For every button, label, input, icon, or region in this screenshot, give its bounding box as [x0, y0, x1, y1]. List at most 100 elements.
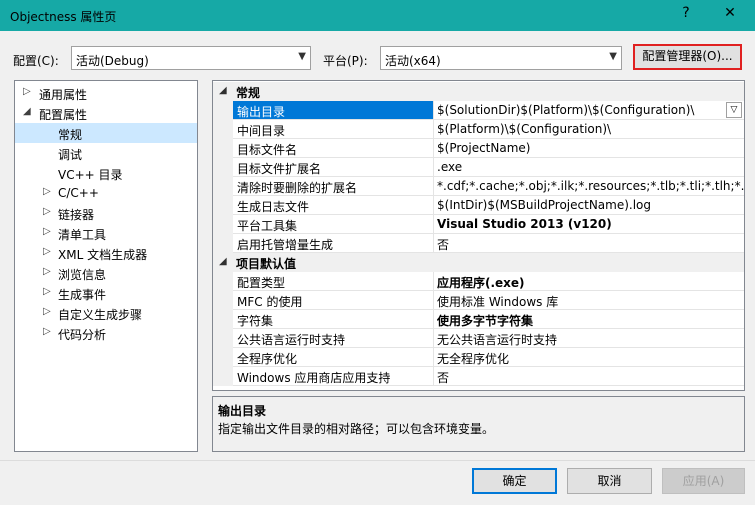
row-gutter	[213, 101, 233, 120]
property-row-output-dir[interactable]: 输出目录 $(SolutionDir)$(Platform)\$(Configu…	[213, 101, 744, 120]
expand-icon[interactable]: ▷	[23, 86, 31, 97]
property-value[interactable]: *.cdf;*.cache;*.obj;*.ilk;*.resources;*.…	[434, 177, 744, 196]
property-value[interactable]: $(ProjectName)	[434, 139, 744, 158]
property-value[interactable]: 否	[434, 234, 744, 253]
config-label: 配置(C):	[13, 54, 59, 68]
apply-button[interactable]: 应用(A)	[662, 468, 745, 494]
property-row-build-log[interactable]: 生成日志文件 $(IntDir)$(MSBuildProjectName).lo…	[213, 196, 744, 215]
expand-icon[interactable]: ▷	[43, 286, 51, 297]
chevron-down-icon: ▼	[609, 51, 617, 62]
section-label: 常规	[236, 86, 261, 100]
property-row-intermediate-dir[interactable]: 中间目录 $(Platform)\$(Configuration)\	[213, 120, 744, 139]
property-name[interactable]: 生成日志文件	[233, 196, 434, 215]
property-row-clr-support[interactable]: 公共语言运行时支持 无公共语言运行时支持	[213, 329, 744, 348]
row-gutter	[213, 234, 233, 253]
property-row-managed-incremental[interactable]: 启用托管增量生成 否	[213, 234, 744, 253]
chevron-down-icon[interactable]: ▽	[726, 102, 742, 118]
tree-item-vc-directories[interactable]: VC++ 目录	[15, 163, 197, 183]
tree-item-label: 调试	[58, 148, 83, 162]
tree-item-label: 清单工具	[58, 228, 107, 242]
expand-icon[interactable]: ▷	[43, 206, 51, 217]
property-row-charset[interactable]: 字符集 使用多字节字符集	[213, 310, 744, 329]
property-row-whole-program-opt[interactable]: 全程序优化 无全程序优化	[213, 348, 744, 367]
config-manager-button[interactable]: 配置管理器(O)...	[633, 44, 742, 70]
tree-item-custom-build-step[interactable]: ▷ 自定义生成步骤	[15, 303, 197, 323]
expand-icon[interactable]: ▷	[43, 326, 51, 337]
property-value[interactable]: 否	[434, 367, 744, 386]
tree-item-common-properties[interactable]: ▷ 通用属性	[15, 83, 197, 103]
tree-item-linker[interactable]: ▷ 链接器	[15, 203, 197, 223]
property-value-cell[interactable]: $(SolutionDir)$(Platform)\$(Configuratio…	[434, 101, 744, 120]
property-row-target-ext[interactable]: 目标文件扩展名 .exe	[213, 158, 744, 177]
title-bar: Objectness 属性页 ? ✕	[0, 0, 755, 31]
property-row-clean-extensions[interactable]: 清除时要删除的扩展名 *.cdf;*.cache;*.obj;*.ilk;*.r…	[213, 177, 744, 196]
platform-label: 平台(P):	[323, 54, 368, 68]
property-value[interactable]: 使用标准 Windows 库	[434, 291, 744, 310]
section-project-defaults[interactable]: ◢ 项目默认值	[213, 253, 744, 272]
tree-item-code-analysis[interactable]: ▷ 代码分析	[15, 323, 197, 343]
property-row-target-name[interactable]: 目标文件名 $(ProjectName)	[213, 139, 744, 158]
property-name[interactable]: 中间目录	[233, 120, 434, 139]
close-icon[interactable]: ✕	[720, 5, 740, 21]
expand-icon[interactable]: ▷	[43, 306, 51, 317]
property-name[interactable]: 全程序优化	[233, 348, 434, 367]
tree-item-xml-doc-generator[interactable]: ▷ XML 文档生成器	[15, 243, 197, 263]
section-general[interactable]: ◢ 常规	[213, 82, 744, 101]
ok-button[interactable]: 确定	[472, 468, 557, 494]
row-gutter	[213, 310, 233, 329]
property-value[interactable]: 使用多字节字符集	[434, 310, 744, 329]
expand-icon[interactable]: ▷	[43, 226, 51, 237]
property-name[interactable]: 输出目录	[233, 101, 434, 120]
property-value[interactable]: 应用程序(.exe)	[434, 272, 744, 291]
expand-icon[interactable]: ▷	[43, 246, 51, 257]
property-value[interactable]: 无全程序优化	[434, 348, 744, 367]
property-name[interactable]: Windows 应用商店应用支持	[233, 367, 434, 386]
platform-dropdown[interactable]: 活动(x64) ▼	[380, 46, 622, 70]
row-gutter	[213, 329, 233, 348]
property-name[interactable]: 平台工具集	[233, 215, 434, 234]
property-row-store-app-support[interactable]: Windows 应用商店应用支持 否	[213, 367, 744, 386]
property-name[interactable]: MFC 的使用	[233, 291, 434, 310]
property-name[interactable]: 启用托管增量生成	[233, 234, 434, 253]
property-tree: ▷ 通用属性 ◢ 配置属性 常规 调试 VC++ 目录 ▷ C/C++ ▷ 链接…	[14, 80, 198, 452]
collapse-icon[interactable]: ◢	[219, 256, 227, 267]
property-row-config-type[interactable]: 配置类型 应用程序(.exe)	[213, 272, 744, 291]
property-row-mfc-use[interactable]: MFC 的使用 使用标准 Windows 库	[213, 291, 744, 310]
property-name[interactable]: 清除时要删除的扩展名	[233, 177, 434, 196]
property-value[interactable]: $(IntDir)$(MSBuildProjectName).log	[434, 196, 744, 215]
tree-item-config-properties[interactable]: ◢ 配置属性	[15, 103, 197, 123]
property-value[interactable]: 无公共语言运行时支持	[434, 329, 744, 348]
tree-item-label: C/C++	[58, 186, 99, 200]
property-value[interactable]: Visual Studio 2013 (v120)	[434, 215, 744, 234]
row-gutter	[213, 196, 233, 215]
tree-item-debugging[interactable]: 调试	[15, 143, 197, 163]
property-name[interactable]: 公共语言运行时支持	[233, 329, 434, 348]
help-button[interactable]: ?	[676, 5, 696, 21]
collapse-icon[interactable]: ◢	[23, 106, 31, 117]
row-gutter	[213, 348, 233, 367]
tree-item-label: 代码分析	[58, 328, 107, 342]
tree-item-build-events[interactable]: ▷ 生成事件	[15, 283, 197, 303]
tree-item-manifest-tool[interactable]: ▷ 清单工具	[15, 223, 197, 243]
property-value[interactable]: $(Platform)\$(Configuration)\	[434, 120, 744, 139]
property-name[interactable]: 目标文件扩展名	[233, 158, 434, 177]
row-gutter	[213, 158, 233, 177]
expand-icon[interactable]: ▷	[43, 186, 51, 197]
property-grid: ◢ 常规 输出目录 $(SolutionDir)$(Platform)\$(Co…	[212, 80, 745, 391]
row-gutter	[213, 367, 233, 386]
tree-item-c-cpp[interactable]: ▷ C/C++	[15, 183, 197, 203]
description-panel: 输出目录 指定输出文件目录的相对路径；可以包含环境变量。	[212, 396, 745, 452]
property-row-platform-toolset[interactable]: 平台工具集 Visual Studio 2013 (v120)	[213, 215, 744, 234]
cancel-button[interactable]: 取消	[567, 468, 652, 494]
row-gutter	[213, 177, 233, 196]
expand-icon[interactable]: ▷	[43, 266, 51, 277]
property-name[interactable]: 目标文件名	[233, 139, 434, 158]
tree-item-general[interactable]: 常规	[15, 123, 197, 143]
configuration-toolbar: 配置(C): 活动(Debug) ▼ 平台(P): 活动(x64) ▼ 配置管理…	[0, 44, 755, 74]
property-value[interactable]: .exe	[434, 158, 744, 177]
property-name[interactable]: 字符集	[233, 310, 434, 329]
tree-item-browse-info[interactable]: ▷ 浏览信息	[15, 263, 197, 283]
property-name[interactable]: 配置类型	[233, 272, 434, 291]
config-dropdown[interactable]: 活动(Debug) ▼	[71, 46, 311, 70]
collapse-icon[interactable]: ◢	[219, 85, 227, 96]
